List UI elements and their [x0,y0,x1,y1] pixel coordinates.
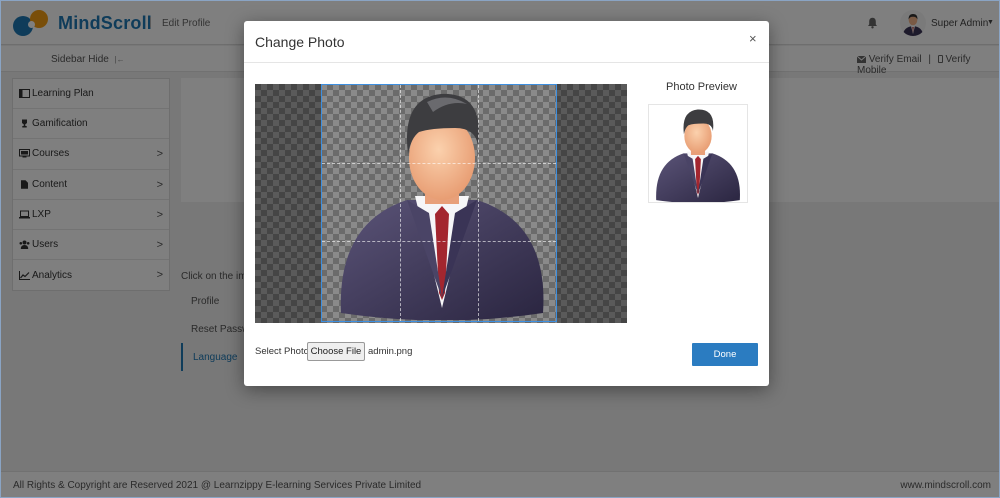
crop-mask-left [255,84,321,323]
crop-guide-h2 [322,241,556,242]
image-cropper[interactable] [255,84,627,323]
selected-file-name: admin.png [368,346,413,357]
preview-avatar-image [656,109,740,202]
crop-guide-v2 [478,85,479,321]
crop-guide-h1 [322,163,556,164]
change-photo-dialog: Change Photo × Photo Preview Select Phot… [244,21,769,386]
crop-mask-right [557,84,627,323]
crop-selection[interactable] [321,84,557,322]
modal-header: Change Photo × [244,21,769,63]
photo-preview-label: Photo Preview [666,81,737,93]
close-icon[interactable]: × [749,31,757,46]
done-button[interactable]: Done [692,343,758,366]
crop-guide-v1 [400,85,401,321]
select-photo-label: Select Photo [255,346,309,357]
photo-preview [648,104,748,203]
modal-title: Change Photo [255,34,345,50]
choose-file-button[interactable]: Choose File [307,342,365,361]
